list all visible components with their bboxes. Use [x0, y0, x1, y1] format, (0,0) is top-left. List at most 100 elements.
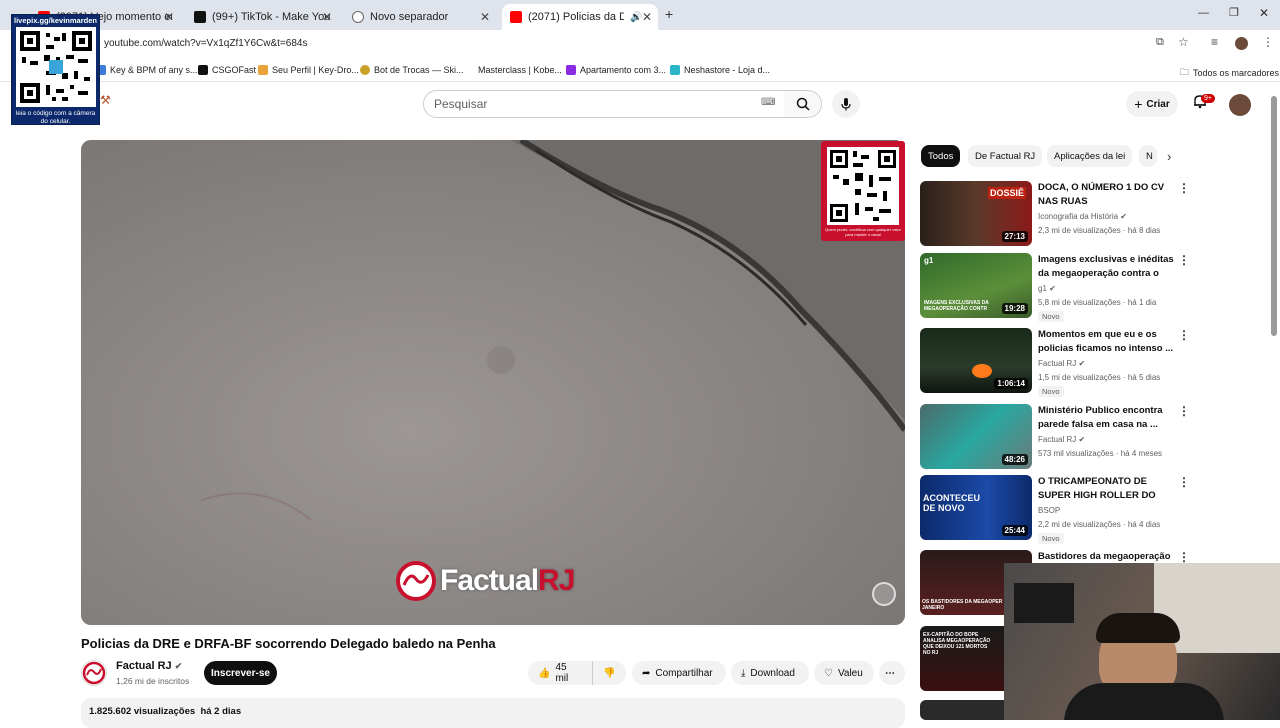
factual-logo-icon	[396, 561, 436, 601]
logo-text-rj: RJ	[538, 564, 575, 597]
new-badge: Novo	[1038, 386, 1064, 397]
download-button[interactable]: ⤓ Download	[731, 661, 809, 685]
video-thumbnail[interactable]: g1 IMAGENS EXCLUSIVAS DA MEGAOPERAÇÃO CO…	[920, 253, 1032, 318]
media-control-icon[interactable]: ≡	[1211, 35, 1218, 49]
install-app-icon[interactable]: ⧉	[1156, 36, 1164, 49]
new-badge: Novo	[1038, 311, 1064, 322]
subscriber-count: 1,26 mi de inscritos	[116, 676, 190, 686]
qr-code-image	[827, 147, 899, 225]
more-icon[interactable]: ⋮	[1178, 329, 1190, 341]
channel-avatar[interactable]	[81, 660, 107, 686]
dislike-button[interactable]: 👎	[592, 661, 626, 685]
audio-playing-icon[interactable]: 🔊	[630, 12, 642, 23]
description-box[interactable]: 1.825.602 visualizações há 2 dias	[81, 698, 905, 728]
upload-date: há 2 dias	[200, 706, 242, 717]
more-icon[interactable]: ⋮	[1178, 254, 1190, 266]
bookmark-6[interactable]: Apartamento com 3...	[566, 65, 666, 75]
page-scrollbar[interactable]	[1271, 96, 1277, 336]
bookmark-icon	[464, 65, 474, 75]
verified-icon: ✔	[1078, 435, 1086, 444]
tab-4-active[interactable]: (2071) Policias da DRE e DR 🔊 ✕	[502, 4, 658, 30]
thanks-icon: ♡	[824, 667, 833, 679]
close-tab-icon[interactable]: ✕	[322, 10, 332, 24]
monitor-shape	[1014, 583, 1074, 623]
fire-graphic	[972, 364, 992, 378]
minimize-button[interactable]: —	[1198, 7, 1209, 19]
bookmark-3[interactable]: Seu Perfil | Key-Dro...	[258, 65, 359, 75]
avatar[interactable]	[1229, 94, 1251, 116]
channel-logo-watermark: FactualRJ	[396, 561, 575, 601]
address-bar[interactable]: youtube.com/watch?v=Vx1qZf1Y6Cw&t=684s ⧉…	[0, 30, 1280, 58]
recommendation-item[interactable]: g1 IMAGENS EXCLUSIVAS DA MEGAOPERAÇÃO CO…	[920, 253, 1200, 322]
share-button[interactable]: ➦ Compartilhar	[632, 661, 726, 685]
search-button[interactable]	[784, 90, 822, 118]
close-tab-icon[interactable]: ✕	[642, 10, 652, 24]
recommendation-item[interactable]: DOSSIÊ 27:13 DOCA, O NÚMERO 1 DO CV NAS …	[920, 181, 1200, 247]
video-donation-qr: Quem puder, contribua com qualquer valor…	[821, 141, 905, 241]
chevron-right-icon[interactable]: ›	[1167, 149, 1171, 164]
bookmarks-bar: Key & BPM of any s... CSGOFast Seu Perfi…	[0, 58, 1280, 82]
tiktok-icon	[194, 11, 206, 23]
recommendation-item[interactable]: ACONTECEU DE NOVO 25:44 O TRICAMPEONATO …	[920, 475, 1200, 544]
microphone-icon	[841, 98, 851, 111]
more-icon[interactable]: ⋮	[1178, 551, 1190, 563]
video-thumbnail[interactable]: 48:26	[920, 404, 1032, 469]
verified-icon: ✔	[1078, 359, 1086, 368]
chip-from-channel[interactable]: De Factual RJ	[968, 145, 1043, 167]
youtube-header: Pesquisar ⌨ + Criar 9+	[0, 83, 1280, 127]
bookmark-2[interactable]: CSGOFast	[198, 65, 256, 75]
bookmark-4[interactable]: Bot de Trocas — Ski...	[360, 65, 464, 75]
bookmark-icon	[198, 65, 208, 75]
tab-2[interactable]: (99+) TikTok - Make Your Day ✕	[186, 4, 338, 30]
star-icon[interactable]: ☆	[1178, 35, 1189, 49]
tab-3[interactable]: Novo separador ✕	[344, 4, 496, 30]
create-button[interactable]: + Criar	[1126, 91, 1178, 117]
more-actions-button[interactable]: ⋯	[879, 661, 905, 685]
close-window-button[interactable]: ✕	[1259, 6, 1269, 20]
channel-watermark-icon[interactable]	[872, 582, 896, 606]
like-button[interactable]: 👍 45 mil	[528, 661, 592, 685]
more-icon[interactable]: ⋮	[1178, 476, 1190, 488]
video-player[interactable]	[81, 140, 905, 625]
new-tab-button[interactable]: +	[665, 6, 673, 22]
recommendation-item[interactable]: 1:06:14 Momentos em que eu e os policias…	[920, 328, 1200, 397]
plus-icon: +	[1134, 96, 1143, 112]
bookmark-icon	[670, 65, 680, 75]
more-icon[interactable]: ⋮	[1178, 182, 1190, 194]
folder-icon: 🗀	[1180, 67, 1190, 77]
subscribe-button[interactable]: Inscrever-se	[204, 661, 277, 685]
person-hair	[1096, 613, 1180, 643]
chip-all[interactable]: Todos	[921, 145, 961, 167]
recommendation-item[interactable]: 48:26 Ministério Publico encontra parede…	[920, 404, 1200, 470]
bookmark-7[interactable]: Neshastore - Loja d...	[670, 65, 770, 75]
chip-more[interactable]: N	[1139, 145, 1157, 167]
close-tab-icon[interactable]: ✕	[480, 10, 490, 24]
url-text[interactable]: youtube.com/watch?v=Vx1qZf1Y6Cw&t=684s	[104, 38, 307, 49]
more-icon[interactable]: ⋮	[1178, 405, 1190, 417]
bookmark-1[interactable]: Key & BPM of any s...	[96, 65, 198, 75]
all-bookmarks[interactable]: 🗀 Todos os marcadores	[1180, 65, 1279, 81]
logo-text-factual: Factual	[440, 564, 539, 597]
thanks-button[interactable]: ♡ Valeu	[814, 661, 874, 685]
thumbs-up-icon: 👍	[538, 667, 551, 679]
video-title: Policias da DRE e DRFA-BF socorrendo Del…	[81, 636, 496, 651]
restore-button[interactable]: ❐	[1229, 6, 1239, 19]
verified-icon: ✔	[174, 661, 183, 671]
channel-name[interactable]: Factual RJ ✔	[116, 660, 182, 672]
new-badge: Novo	[1038, 533, 1064, 544]
bookmark-icon	[258, 65, 268, 75]
video-thumbnail[interactable]: ACONTECEU DE NOVO 25:44	[920, 475, 1032, 540]
chip-law-enforcement[interactable]: Aplicações da lei	[1047, 145, 1133, 167]
share-icon: ➦	[642, 667, 651, 679]
video-thumbnail[interactable]: DOSSIÊ 27:13	[920, 181, 1032, 246]
profile-avatar[interactable]	[1235, 37, 1248, 50]
video-thumbnail[interactable]: 1:06:14	[920, 328, 1032, 393]
voice-search-button[interactable]	[832, 90, 860, 118]
keyboard-icon[interactable]: ⌨	[761, 97, 775, 108]
menu-icon[interactable]: ⋮	[1262, 35, 1274, 49]
bookmark-5[interactable]: Masterclass | Kobe...	[464, 65, 562, 75]
view-count: 1.825.602 visualizações	[89, 706, 196, 717]
bookmark-icon	[360, 65, 370, 75]
close-tab-icon[interactable]: ✕	[164, 10, 174, 24]
search-input[interactable]: Pesquisar	[423, 90, 785, 118]
